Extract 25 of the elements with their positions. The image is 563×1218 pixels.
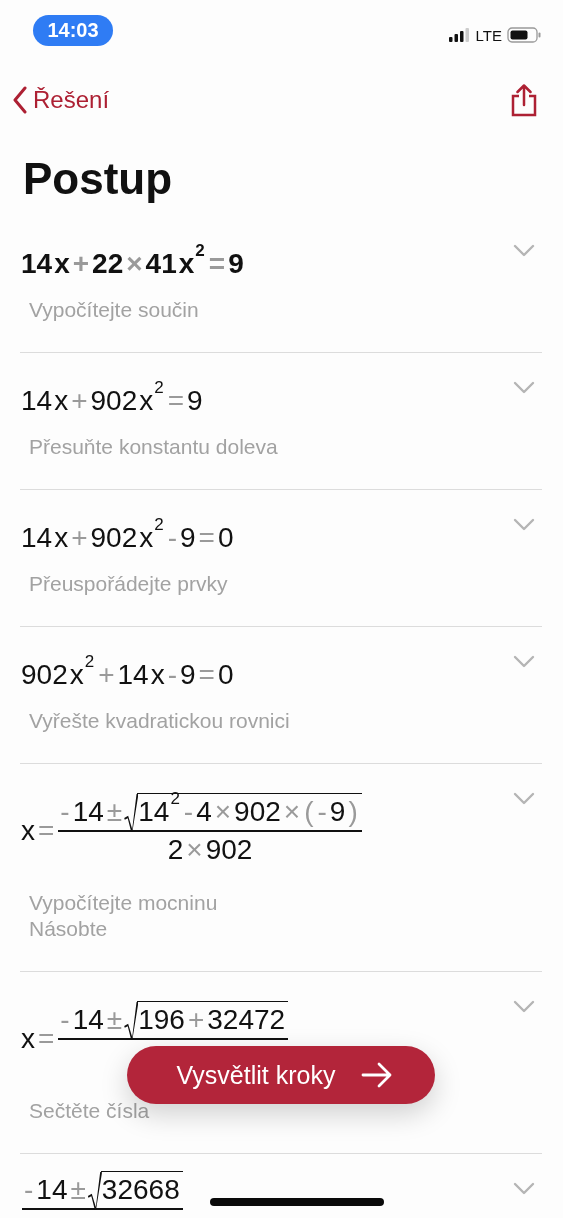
chevron-down-icon[interactable] [513,244,535,257]
chevron-down-icon[interactable] [513,1182,535,1195]
step-description: Vypočítejte součin [29,297,199,323]
signal-icon [448,28,471,42]
chevron-down-icon[interactable] [513,381,535,394]
step-description: Vyřešte kvadratickou rovnici [29,708,290,734]
math-expression: -14± 32668 [20,1172,183,1218]
step-description: Přeuspořádejte prvky [29,571,228,597]
home-indicator[interactable] [210,1198,384,1206]
arrow-right-icon [361,1062,394,1088]
chevron-down-icon[interactable] [513,518,535,531]
back-button[interactable]: Řešení [13,86,110,114]
chevron-down-icon[interactable] [513,1000,535,1013]
page-title: Postup [23,154,173,204]
chevron-down-icon[interactable] [513,655,535,668]
share-icon[interactable] [511,83,537,117]
step-description: Přesuňte konstantu doleva [29,434,278,460]
step-description: Násobte [29,916,108,942]
chevron-left-icon [13,86,27,114]
step-description: Vypočítejte mocninu [29,890,218,916]
status-time: 14:03 [33,14,113,46]
chevron-down-icon[interactable] [513,792,535,805]
battery-icon [507,27,541,43]
explain-steps-button[interactable]: Vysvětlit kroky [127,1046,435,1104]
network-label: LTE [475,26,502,44]
